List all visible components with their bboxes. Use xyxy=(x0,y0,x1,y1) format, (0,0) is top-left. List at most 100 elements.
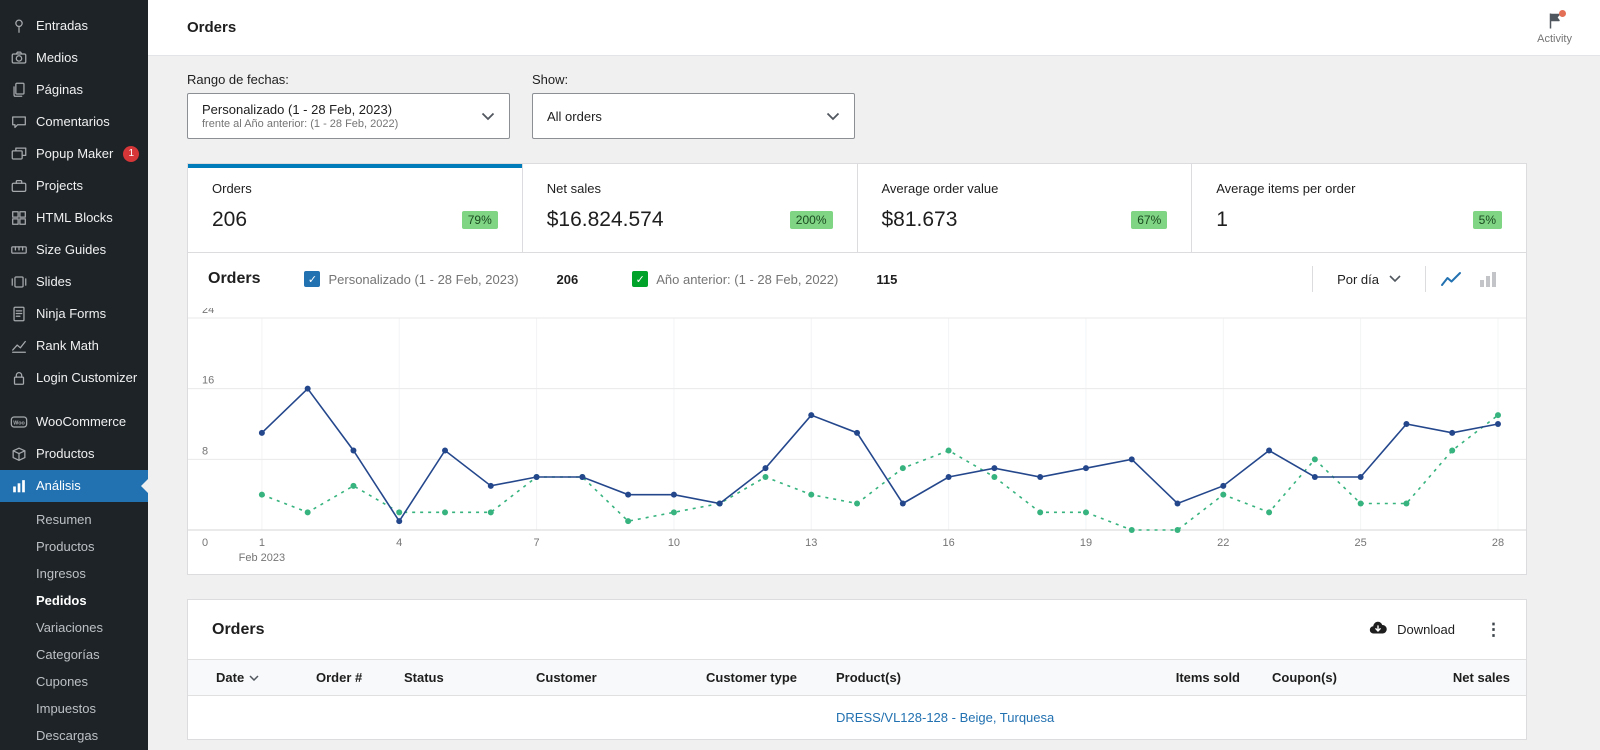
orders-table-card: Orders Download ⋮ DateOrder xyxy=(187,599,1527,740)
table-row: DRESS/VL128-128 - Beige, Turquesa xyxy=(188,696,1526,740)
chart-controls: Por día xyxy=(1306,265,1506,293)
checked-checkbox[interactable]: ✓ xyxy=(304,271,320,287)
box-icon xyxy=(10,445,28,463)
bar-chart-toggle-icon[interactable] xyxy=(1470,265,1506,293)
divider xyxy=(1425,266,1426,292)
sidebar-subitem-pedidos[interactable]: Pedidos xyxy=(0,587,148,614)
sidebar-subitem-productos[interactable]: Productos xyxy=(0,533,148,560)
sidebar-item-ninja-forms[interactable]: Ninja Forms xyxy=(0,298,148,330)
sidebar-subitem-resumen[interactable]: Resumen xyxy=(0,506,148,533)
sidebar-item-label: Análisis xyxy=(36,477,81,495)
sidebar-subitem-categorias[interactable]: Categorías xyxy=(0,641,148,668)
svg-text:24: 24 xyxy=(202,308,214,316)
sidebar-item-label: Medios xyxy=(36,49,78,67)
woo-icon: Woo xyxy=(10,413,28,431)
sidebar-item-popup-maker[interactable]: Popup Maker1 xyxy=(0,138,148,170)
sidebar-subitem-variaciones[interactable]: Variaciones xyxy=(0,614,148,641)
sidebar-item-label: Slides xyxy=(36,273,71,291)
trend-badge: 67% xyxy=(1131,211,1167,229)
column-header-net_sales[interactable]: Net sales xyxy=(1406,660,1526,696)
column-header-order[interactable]: Order # xyxy=(300,660,388,696)
sidebar-item-medios[interactable]: Medios xyxy=(0,42,148,74)
legend-item-0[interactable]: ✓ Personalizado (1 - 28 Feb, 2023) 206 xyxy=(304,271,620,287)
trend-badge: 200% xyxy=(790,211,833,229)
cell-net_sales xyxy=(1406,696,1526,740)
sidebar-item-html-blocks[interactable]: HTML Blocks xyxy=(0,202,148,234)
topbar: Orders Activity xyxy=(148,0,1600,56)
column-header-items_sold[interactable]: Items sold xyxy=(1146,660,1256,696)
chevron-down-icon xyxy=(481,112,495,121)
sidebar-item-projects[interactable]: Projects xyxy=(0,170,148,202)
briefcase-icon xyxy=(10,177,28,195)
sidebar-item-paginas[interactable]: Páginas xyxy=(0,74,148,106)
download-label: Download xyxy=(1397,622,1455,637)
cloud-download-icon xyxy=(1368,618,1388,641)
sidebar-subitem-ingresos[interactable]: Ingresos xyxy=(0,560,148,587)
column-header-coupons[interactable]: Coupon(s) xyxy=(1256,660,1406,696)
show-select[interactable]: All orders xyxy=(532,93,855,139)
summary-card-net-sales[interactable]: Net sales$16.824.574200% xyxy=(522,164,857,252)
cell-order xyxy=(300,696,388,740)
svg-text:16: 16 xyxy=(943,537,955,549)
download-button[interactable]: Download xyxy=(1368,618,1455,641)
sidebar-subitem-impuestos[interactable]: Impuestos xyxy=(0,695,148,722)
activity-panel-button[interactable]: Activity xyxy=(1537,11,1572,45)
svg-text:22: 22 xyxy=(1217,537,1229,549)
pages-icon xyxy=(10,81,28,99)
comment-icon xyxy=(10,113,28,131)
legend-value: 115 xyxy=(876,272,897,287)
kebab-menu-icon[interactable]: ⋮ xyxy=(1485,621,1502,638)
sidebar-item-label: Comentarios xyxy=(36,113,110,131)
sidebar-subitem-cupones[interactable]: Cupones xyxy=(0,668,148,695)
sidebar-item-size-guides[interactable]: Size Guides xyxy=(0,234,148,266)
summary-card-avg-items-per-order[interactable]: Average items per order 1 5% xyxy=(1191,164,1526,252)
column-header-products[interactable]: Product(s) xyxy=(820,660,1146,696)
summary-card-value: 1 xyxy=(1216,208,1228,232)
sidebar-item-label: Rank Math xyxy=(36,337,99,355)
sidebar-item-rank-math[interactable]: Rank Math xyxy=(0,330,148,362)
column-header-status[interactable]: Status xyxy=(388,660,520,696)
sidebar-item-entradas[interactable]: Entradas xyxy=(0,10,148,42)
summary-card-value: 206 xyxy=(212,208,247,232)
legend-label: Personalizado (1 - 28 Feb, 2023) xyxy=(328,272,518,287)
trend-badge: 5% xyxy=(1473,211,1502,229)
sidebar-item-label: Productos xyxy=(36,445,95,463)
legend-label: Año anterior: (1 - 28 Feb, 2022) xyxy=(656,272,838,287)
sidebar-item-label: Entradas xyxy=(36,17,88,35)
sidebar-item-woocommerce[interactable]: Woo WooCommerce xyxy=(0,406,148,438)
line-chart-toggle-icon[interactable] xyxy=(1432,265,1470,293)
sidebar-item-label: WooCommerce xyxy=(36,413,126,431)
product-link[interactable]: DRESS/VL128-128 - Beige, Turquesa xyxy=(836,710,1054,725)
sidebar-item-label: Login Customizer xyxy=(36,369,137,387)
checked-checkbox[interactable]: ✓ xyxy=(632,271,648,287)
svg-text:8: 8 xyxy=(202,445,208,457)
orders-table-body: DRESS/VL128-128 - Beige, Turquesa xyxy=(188,696,1526,740)
interval-select[interactable]: Por día xyxy=(1319,272,1419,287)
date-range-select[interactable]: Personalizado (1 - 28 Feb, 2023) frente … xyxy=(187,93,510,139)
interval-value: Por día xyxy=(1337,272,1379,287)
legend-value: 206 xyxy=(557,272,579,287)
sidebar-item-slides[interactable]: Slides xyxy=(0,266,148,298)
summary-card-avg-order-value[interactable]: Average order value$81.67367% xyxy=(857,164,1192,252)
svg-text:0: 0 xyxy=(202,537,208,549)
summary-card-label: Average items per order xyxy=(1216,181,1502,196)
column-header-customer[interactable]: Customer xyxy=(520,660,690,696)
show-label: Show: xyxy=(532,72,855,87)
sidebar-item-comentarios[interactable]: Comentarios xyxy=(0,106,148,138)
summary-card-orders[interactable]: Orders20679% xyxy=(188,164,522,252)
sidebar-item-login-customizer[interactable]: Login Customizer xyxy=(0,362,148,394)
trend-badge: 79% xyxy=(462,211,498,229)
legend-item-1[interactable]: ✓ Año anterior: (1 - 28 Feb, 2022) 115 xyxy=(632,271,939,287)
svg-text:19: 19 xyxy=(1080,537,1092,549)
column-header-date[interactable]: Date xyxy=(188,660,300,696)
admin-sidebar: Entradas Medios Páginas Comentarios Popup Ma… xyxy=(0,0,148,750)
sidebar-item-analisis[interactable]: Análisis xyxy=(0,470,148,502)
date-range-filter: Rango de fechas: Personalizado (1 - 28 F… xyxy=(187,72,510,139)
activity-label: Activity xyxy=(1537,33,1572,45)
column-header-customer_type[interactable]: Customer type xyxy=(690,660,820,696)
sidebar-subitem-descargas[interactable]: Descargas xyxy=(0,722,148,749)
filters-row: Rango de fechas: Personalizado (1 - 28 F… xyxy=(187,72,1527,139)
chart-body: 08162414710131619222528Feb 2023 xyxy=(188,304,1526,574)
sidebar-item-productos[interactable]: Productos xyxy=(0,438,148,470)
show-filter: Show: All orders xyxy=(532,72,855,139)
